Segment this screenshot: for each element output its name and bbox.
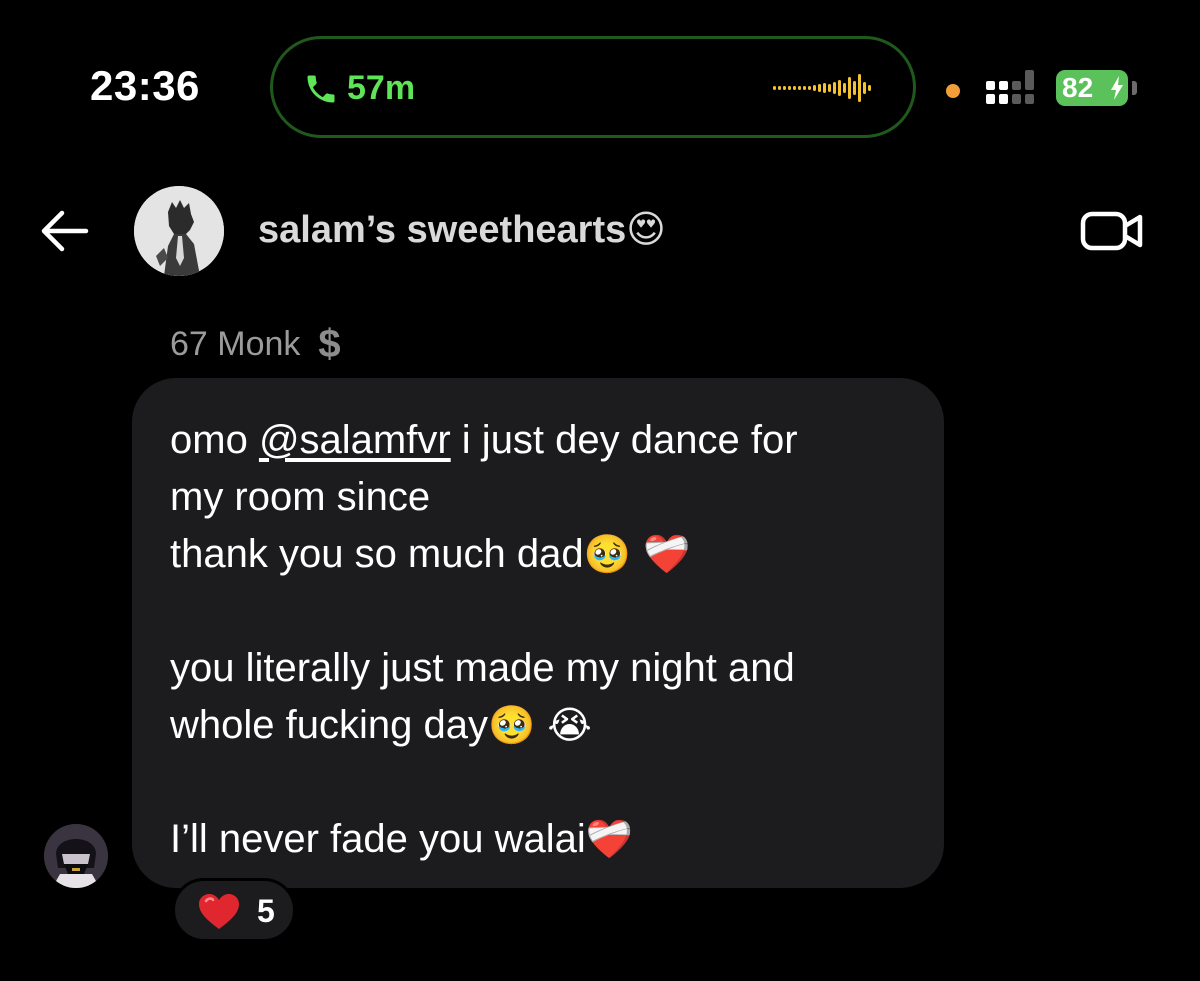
chat-title-text: salam’s sweethearts xyxy=(258,209,627,251)
back-arrow-icon[interactable] xyxy=(38,208,90,254)
reaction-pill[interactable]: 5 xyxy=(172,878,296,942)
red-heart-icon xyxy=(199,894,239,929)
message-line-5: you literally just made my night and xyxy=(170,646,795,690)
pleading-face-mending-heart-emoji-icon: 🥹 ❤️‍🩹 xyxy=(583,532,691,576)
mention-link[interactable]: @salamfvr xyxy=(259,418,451,462)
pleading-face-crying-emoji-icon: 🥹 😭 xyxy=(487,703,592,747)
status-time: 23:36 xyxy=(90,62,200,109)
message-text: I’ll never fade you walai xyxy=(170,817,586,861)
message-line-3: thank you so much dad🥹 ❤️‍🩹 xyxy=(170,526,906,583)
battery-icon: 82 xyxy=(1056,70,1130,106)
message-text: whole fucking day xyxy=(170,703,488,747)
reaction-count: 5 xyxy=(257,893,275,929)
group-avatar[interactable] xyxy=(134,186,224,276)
message-line-1: omo @salamfvr i just dey dance for xyxy=(170,412,906,469)
battery-cap xyxy=(1132,81,1137,95)
sender-row: 67 Monk $ xyxy=(170,322,341,366)
message-bubble[interactable]: omo @salamfvr i just dey dance for my ro… xyxy=(132,378,944,888)
avatar-masked-figure-icon xyxy=(44,824,108,888)
heart-eyes-emoji-icon: 😍 xyxy=(626,207,666,251)
active-call-pill[interactable]: 57m xyxy=(270,36,916,138)
privacy-indicator-dot xyxy=(946,84,960,98)
message-line-6: whole fucking day🥹 😭 xyxy=(170,697,906,754)
video-camera-icon[interactable] xyxy=(1080,208,1146,254)
battery-level: 82 xyxy=(1062,72,1094,103)
dollar-sign-icon: $ xyxy=(318,322,341,366)
signal-icon xyxy=(986,70,1034,104)
message-text: i just dey dance for xyxy=(450,418,798,462)
message-line-8: I’ll never fade you walai❤️‍🩹 xyxy=(170,811,906,868)
chat-title[interactable]: salam’s sweethearts😍 xyxy=(258,207,666,252)
charging-bolt-icon xyxy=(1111,76,1123,100)
sender-avatar[interactable] xyxy=(44,824,108,888)
message-text: omo xyxy=(170,418,259,462)
sender-name[interactable]: 67 Monk xyxy=(170,325,300,364)
audio-waveform-icon xyxy=(773,74,871,102)
phone-icon xyxy=(307,75,335,103)
call-duration: 57m xyxy=(347,69,416,107)
mending-heart-emoji-icon: ❤️‍🩹 xyxy=(585,817,634,861)
message-text: thank you so much dad xyxy=(170,532,584,576)
message-line-2: my room since xyxy=(170,475,431,519)
avatar-silhouette-icon xyxy=(134,186,224,276)
